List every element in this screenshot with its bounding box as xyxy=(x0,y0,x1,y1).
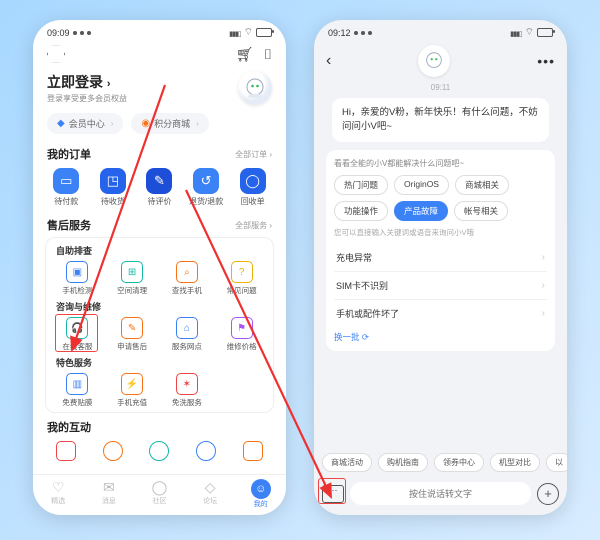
wifi-icon xyxy=(525,26,534,39)
chat-timestamp: 09:11 xyxy=(314,81,567,94)
battery-icon xyxy=(537,28,553,37)
fault-item[interactable]: SIM卡不识别› xyxy=(334,272,547,300)
category-chip[interactable]: 产品故障 xyxy=(394,201,448,221)
self-clean[interactable]: ⊞空间清理 xyxy=(105,261,160,296)
help-card: 看看全能的小V都能解决什么问题吧~ 热门问题OriginOS商城相关功能操作产品… xyxy=(326,150,555,351)
interact-3[interactable] xyxy=(136,441,183,461)
signal-icon xyxy=(229,28,240,38)
points-mall-pill[interactable]: ◉积分商城› xyxy=(131,113,208,134)
quick-chip[interactable]: 机型对比 xyxy=(490,453,540,472)
quick-chip[interactable]: 购机指南 xyxy=(378,453,428,472)
status-bar: 09:09 xyxy=(33,20,286,41)
battery-icon xyxy=(256,28,272,37)
voice-input[interactable]: 按住说话转文字 xyxy=(350,482,531,505)
signal-icon xyxy=(510,28,521,38)
login-row[interactable]: 立即登录 › 登录享受更多会员权益 xyxy=(33,67,286,111)
welcome-bubble: Hi，亲爱的V粉，新年快乐！有什么问题，不妨问问小V吧~ xyxy=(332,98,549,142)
interact-5[interactable] xyxy=(229,441,276,461)
nav-community[interactable]: ◯社区 xyxy=(134,479,185,509)
quick-chip[interactable]: 商城活动 xyxy=(322,453,372,472)
free-wash[interactable]: ✶免洗服务 xyxy=(160,373,215,408)
plus-icon[interactable]: + xyxy=(537,483,559,505)
interact-2[interactable] xyxy=(90,441,137,461)
aftersale-card: 自助排查 ▣手机检测 ⊞空间清理 ⌕查找手机 ?常见问题 咨询与维修 🎧在线客服… xyxy=(45,237,274,413)
service-outlets[interactable]: ⌂服务网点 xyxy=(160,317,215,352)
category-chip[interactable]: OriginOS xyxy=(394,175,449,195)
quick-chip[interactable]: 以 xyxy=(546,453,567,472)
phone-chat: 09:12 ‹ ••• 09:11 Hi，亲爱的V粉，新年快乐！有什么问题，不妨… xyxy=(314,20,567,515)
self-faq[interactable]: ?常见问题 xyxy=(214,261,269,296)
quick-chips: 商城活动购机指南领券中心机型对比以 xyxy=(314,447,567,476)
cart-icon[interactable]: 🛒︎ xyxy=(236,46,254,63)
chat-input-bar: 按住说话转文字 + xyxy=(314,476,567,515)
orders-title: 我的订单 xyxy=(47,146,91,162)
fault-item[interactable]: 充电异常› xyxy=(334,244,547,272)
wifi-icon xyxy=(244,26,253,39)
refresh-link[interactable]: 换一批 ⟳ xyxy=(334,327,547,343)
free-film[interactable]: ▥免费贴膜 xyxy=(50,373,105,408)
message-icon[interactable]: ⌷ xyxy=(264,46,272,63)
category-chip[interactable]: 热门问题 xyxy=(334,175,388,195)
fault-item[interactable]: 手机或配件坏了› xyxy=(334,300,547,327)
keyboard-icon[interactable] xyxy=(322,485,344,503)
quick-chip[interactable]: 领券中心 xyxy=(434,453,484,472)
category-chip[interactable]: 功能操作 xyxy=(334,201,388,221)
avatar[interactable] xyxy=(238,71,272,105)
aftersale-title: 售后服务 xyxy=(47,217,91,233)
orders-more[interactable]: 全部订单 › xyxy=(235,149,272,160)
interact-title: 我的互动 xyxy=(47,419,91,435)
self-phone-check[interactable]: ▣手机检测 xyxy=(50,261,105,296)
phone-recharge[interactable]: ⚡手机充值 xyxy=(105,373,160,408)
interact-4[interactable] xyxy=(183,441,230,461)
bot-avatar xyxy=(418,45,450,77)
repair-price[interactable]: ⚑维修价格 xyxy=(214,317,269,352)
order-pending-review[interactable]: ✎待评价 xyxy=(136,168,183,207)
orders-row: ▭待付款 ◳待收货 ✎待评价 ↺退货/退款 ◯回收单 xyxy=(33,164,286,213)
order-pending-pay[interactable]: ▭待付款 xyxy=(43,168,90,207)
self-find-phone[interactable]: ⌕查找手机 xyxy=(160,261,215,296)
bottom-nav: ♡精选 ✉消息 ◯社区 ◇论坛 ☺我的 xyxy=(33,474,286,515)
top-bar: 🛒︎ ⌷ xyxy=(33,41,286,67)
back-icon[interactable]: ‹ xyxy=(326,52,331,70)
member-center-pill[interactable]: ◆会员中心› xyxy=(47,113,123,134)
order-pending-receive[interactable]: ◳待收货 xyxy=(90,168,137,207)
phone-profile: 09:09 🛒︎ ⌷ 立即登录 › 登录享受更多会员权益 ◆会员中心› ◉积分商… xyxy=(33,20,286,515)
order-refund[interactable]: ↺退货/退款 xyxy=(183,168,230,207)
nav-mine[interactable]: ☺我的 xyxy=(235,479,286,509)
apply-aftersale[interactable]: ✎申请售后 xyxy=(105,317,160,352)
more-icon[interactable]: ••• xyxy=(537,53,555,69)
interact-1[interactable] xyxy=(43,441,90,461)
order-recycle[interactable]: ◯回收单 xyxy=(229,168,276,207)
category-chip[interactable]: 商城相关 xyxy=(455,175,509,195)
online-service[interactable]: 🎧在线客服 xyxy=(50,317,105,352)
nav-home[interactable]: ♡精选 xyxy=(33,479,84,509)
category-chip[interactable]: 帐号相关 xyxy=(454,201,508,221)
settings-icon[interactable] xyxy=(47,45,65,63)
nav-msg[interactable]: ✉消息 xyxy=(84,479,135,509)
aftersale-more[interactable]: 全部服务 › xyxy=(235,220,272,231)
status-bar: 09:12 xyxy=(314,20,567,41)
nav-forum[interactable]: ◇论坛 xyxy=(185,479,236,509)
